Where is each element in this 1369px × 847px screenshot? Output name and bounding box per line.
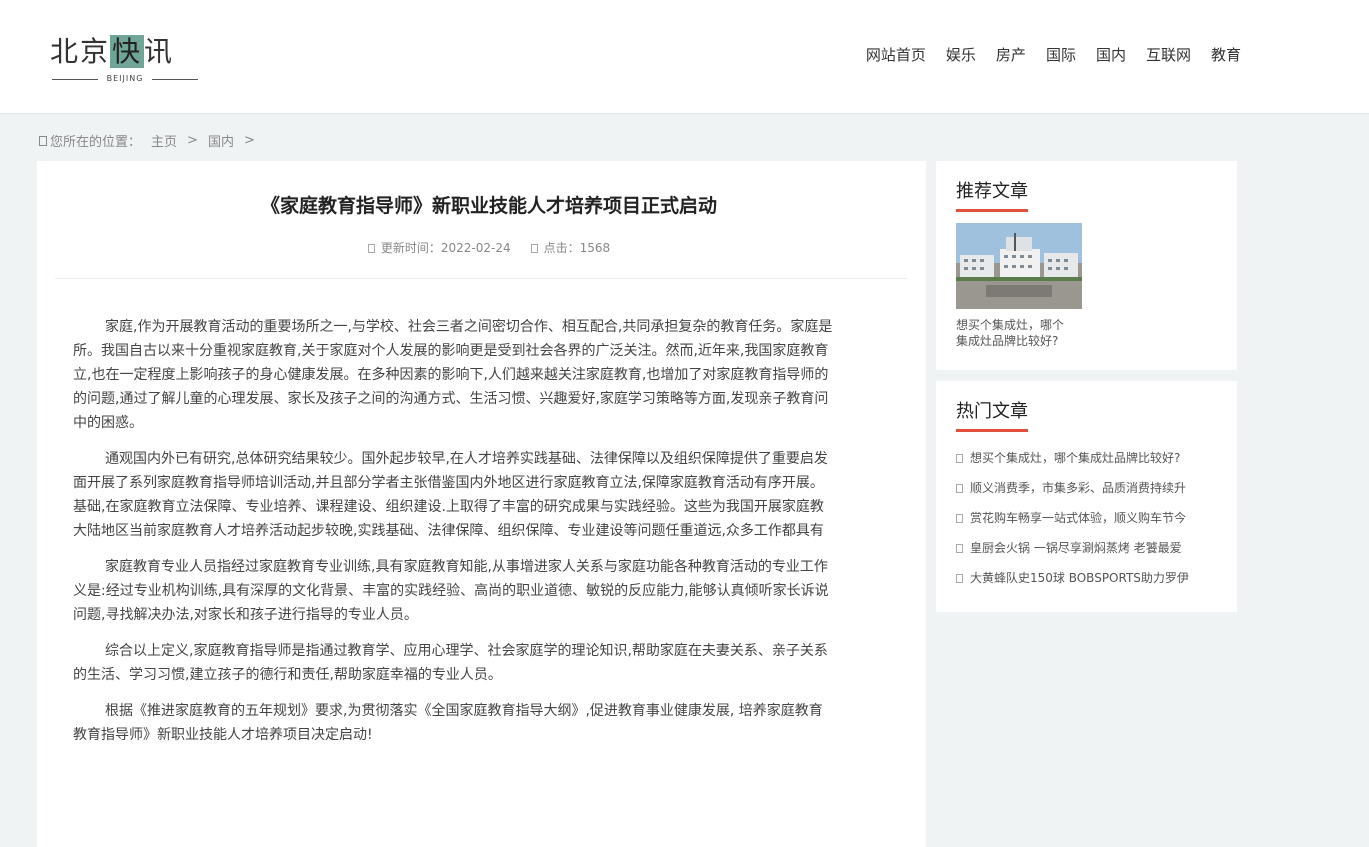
logo-text: 北京快讯 (50, 35, 175, 68)
breadcrumb-domestic[interactable]: 国内 (208, 131, 234, 150)
list-bullet-icon (956, 514, 963, 523)
paragraph-line: 的问题,通过了解儿童的心理发展、家长及孩子之间的沟通方式、生活习惯、兴趣爱好,家… (73, 391, 829, 407)
list-bullet-icon (956, 484, 963, 493)
location-icon (39, 136, 47, 146)
paragraph-line: 综合以上定义,家庭教育指导师是指通过教育学、应用心理学、社会家庭学的理论知识,帮… (105, 643, 828, 659)
breadcrumb-prefix: 您所在的位置： (50, 135, 142, 150)
list-bullet-icon (956, 454, 963, 463)
article-paragraph: 家庭,作为开展教育活动的重要场所之一,与学校、社会三者之间密切合作、相互配合,共… (73, 315, 925, 435)
breadcrumb-sep: > (243, 133, 255, 148)
paragraph-line: 大陆地区当前家庭教育人才培养活动起步较晚,实践基础、法律保障、组织保障、专业建设… (73, 523, 824, 539)
click-count: 点击：1568 (543, 241, 611, 255)
recommended-panel: 推荐文章 想买个集成灶，哪个 集成灶品牌比较好? (936, 161, 1237, 370)
paragraph-line: 所。我国自古以来十分重视家庭教育,关于家庭对个人发展的影响更是受到社会各界的广泛… (73, 343, 829, 359)
hot-item[interactable]: 皇厨会火锅 一锅尽享涮焖蒸烤 老饕最爱 (956, 539, 1226, 569)
list-bullet-icon (956, 544, 963, 553)
article-paragraph: 根据《推进家庭教育的五年规划》要求,为贯彻落实《全国家庭教育指导大纲》,促进教育… (73, 699, 925, 747)
updated-time: 更新时间：2022-02-24 (380, 241, 511, 255)
hot-list: 想买个集成灶，哪个集成灶品牌比较好? 顺义消费季，市集多彩、品质消费持续升 赏花… (956, 449, 1226, 599)
divider (55, 278, 907, 279)
article-paragraph: 通观国内外已有研究,总体研究结果较少。国外起步较早,在人才培养实践基础、法律保障… (73, 447, 925, 543)
hot-item[interactable]: 顺义消费季，市集多彩、品质消费持续升 (956, 479, 1226, 509)
article-panel: 《家庭教育指导师》新职业技能人才培养项目正式启动 更新时间：2022-02-24… (37, 161, 926, 847)
logo-subtitle: BEIJING (50, 74, 200, 83)
article-meta: 更新时间：2022-02-24 点击：1568 (55, 239, 923, 256)
paragraph-line: 面开展了系列家庭教育指导师培训活动,并且部分学者主张借鉴国内外地区进行家庭教育立… (73, 475, 824, 491)
article-paragraph: 家庭教育专业人员指经过家庭教育专业训练,具有家庭教育知能,从事增进家人关系与家庭… (73, 555, 925, 627)
paragraph-line: 家庭,作为开展教育活动的重要场所之一,与学校、社会三者之间密切合作、相互配合,共… (105, 319, 833, 335)
recommended-heading: 推荐文章 (956, 177, 1028, 212)
breadcrumb-sep: > (187, 133, 198, 148)
hot-item[interactable]: 赏花购车畅享一站式体验，顺义购车节今 (956, 509, 1226, 539)
article-body: 家庭,作为开展教育活动的重要场所之一,与学校、社会三者之间密切合作、相互配合,共… (73, 315, 925, 759)
recommended-thumbnail[interactable] (956, 223, 1082, 309)
article-paragraph: 综合以上定义,家庭教育指导师是指通过教育学、应用心理学、社会家庭学的理论知识,帮… (73, 639, 925, 687)
clock-icon (367, 244, 375, 253)
main-nav: 网站首页 娱乐 房产 国际 国内 互联网 教育 (866, 44, 1241, 65)
nav-realestate[interactable]: 房产 (996, 44, 1026, 65)
nav-entertainment[interactable]: 娱乐 (946, 44, 976, 65)
list-bullet-icon (956, 574, 963, 583)
paragraph-line: 教育指导师》新职业技能人才培养项目决定启动! (73, 727, 373, 743)
paragraph-line: 问题,寻找解决办法,对家长和孩子进行指导的专业人员。 (73, 607, 418, 623)
paragraph-line: 基础,在家庭教育立法保障、专业培养、课程建设、组织建设.上取得了丰富的研究成果与… (73, 499, 824, 515)
site-logo[interactable]: 北京快讯 BEIJING (50, 30, 202, 90)
paragraph-line: 义是:经过专业机构训练,具有深厚的文化背景、丰富的实践经验、高尚的职业道德、敏锐… (73, 583, 829, 599)
breadcrumb: 您所在的位置： 主页 > 国内 > (39, 131, 255, 150)
article-title: 《家庭教育指导师》新职业技能人才培养项目正式启动 (260, 195, 717, 217)
hot-item[interactable]: 想买个集成灶，哪个集成灶品牌比较好? (956, 449, 1226, 479)
recommended-link[interactable]: 想买个集成灶，哪个 集成灶品牌比较好? (956, 317, 1086, 349)
paragraph-line: 通观国内外已有研究,总体研究结果较少。国外起步较早,在人才培养实践基础、法律保障… (105, 451, 828, 467)
breadcrumb-home[interactable]: 主页 (151, 131, 177, 150)
paragraph-line: 家庭教育专业人员指经过家庭教育专业训练,具有家庭教育知能,从事增进家人关系与家庭… (105, 559, 828, 575)
nav-home[interactable]: 网站首页 (866, 44, 926, 65)
hot-heading: 热门文章 (956, 397, 1028, 432)
nav-domestic[interactable]: 国内 (1096, 44, 1126, 65)
hot-item[interactable]: 大黄蜂队史150球 BOBSPORTS助力罗伊 (956, 569, 1226, 599)
site-header: 北京快讯 BEIJING 网站首页 娱乐 房产 国际 国内 互联网 教育 (0, 0, 1369, 114)
paragraph-line: 中的困惑。 (73, 415, 143, 431)
paragraph-line: 根据《推进家庭教育的五年规划》要求,为贯彻落实《全国家庭教育指导大纲》,促进教育… (105, 703, 823, 719)
nav-international[interactable]: 国际 (1046, 44, 1076, 65)
nav-internet[interactable]: 互联网 (1146, 44, 1191, 65)
nav-education[interactable]: 教育 (1211, 44, 1241, 65)
paragraph-line: 的生活、学习习惯,建立孩子的德行和责任,帮助家庭幸福的专业人员。 (73, 667, 502, 683)
paragraph-line: 立,也在一定程度上影响孩子的身心健康发展。在多种因素的影响下,人们越来越关注家庭… (73, 367, 829, 383)
eye-icon (530, 244, 538, 253)
hot-panel: 热门文章 想买个集成灶，哪个集成灶品牌比较好? 顺义消费季，市集多彩、品质消费持… (936, 381, 1237, 612)
